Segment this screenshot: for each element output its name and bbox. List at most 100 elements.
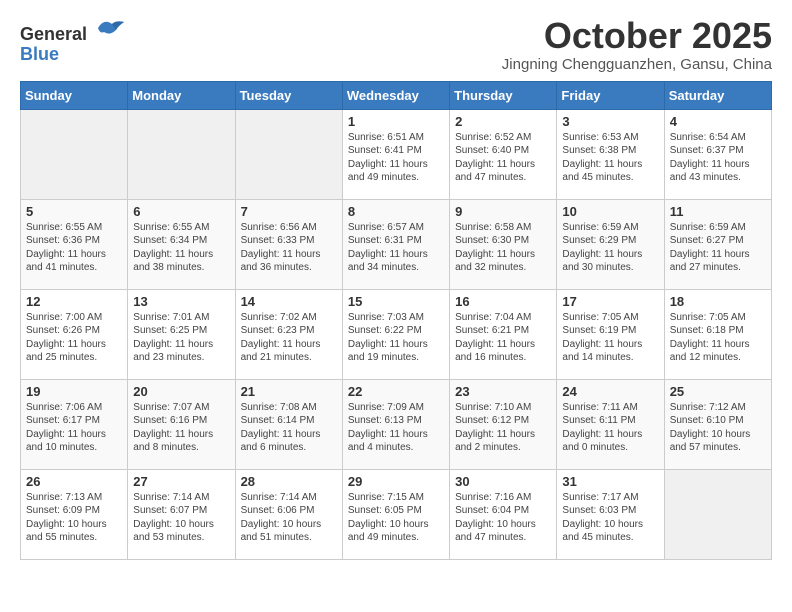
day-number: 31 — [562, 474, 658, 489]
day-number: 9 — [455, 204, 551, 219]
location: Jingning Chengguanzhen, Gansu, China — [502, 56, 772, 73]
sunrise-text: Sunrise: 7:10 AM — [455, 401, 551, 415]
day-number: 18 — [670, 294, 766, 309]
weekday-header-wednesday: Wednesday — [342, 81, 449, 109]
weekday-header-saturday: Saturday — [664, 81, 771, 109]
week-row-3: 19Sunrise: 7:06 AMSunset: 6:17 PMDayligh… — [21, 379, 772, 469]
day-number: 20 — [133, 384, 229, 399]
daylight-text: Daylight: 11 hours and 45 minutes. — [562, 158, 658, 185]
sunset-text: Sunset: 6:13 PM — [348, 414, 444, 428]
sunset-text: Sunset: 6:04 PM — [455, 504, 551, 518]
day-number: 17 — [562, 294, 658, 309]
daylight-text: Daylight: 10 hours and 55 minutes. — [26, 518, 122, 545]
day-number: 6 — [133, 204, 229, 219]
daylight-text: Daylight: 10 hours and 53 minutes. — [133, 518, 229, 545]
week-row-2: 12 Sunrise: 7:00 AMSunset: 6:26 PMDayligh… — [21, 289, 772, 379]
day-info: Sunrise: 6:51 AMSunset: 6:41 PMDaylight:… — [348, 131, 444, 185]
daylight-text: Daylight: 11 hours and 10 minutes. — [26, 428, 122, 455]
daylight-text: Daylight: 11 hours and 41 minutes. — [26, 248, 122, 275]
sunrise-text: Sunrise: 6:51 AM — [348, 131, 444, 145]
sunset-text: Sunset: 6:17 PM — [26, 414, 122, 428]
daylight-text: Daylight: 11 hours and 25 minutes. — [26, 338, 122, 365]
calendar-cell: 23Sunrise: 7:10 AMSunset: 6:12 PMDayligh… — [450, 379, 557, 469]
day-info: Sunrise: 7:04 AMSunset: 6:21 PMDaylight:… — [455, 311, 551, 365]
day-number: 2 — [455, 114, 551, 129]
calendar-cell: 2Sunrise: 6:52 AMSunset: 6:40 PMDaylight… — [450, 109, 557, 199]
day-number: 16 — [455, 294, 551, 309]
calendar-cell: 29Sunrise: 7:15 AMSunset: 6:05 PMDayligh… — [342, 469, 449, 559]
daylight-text: Daylight: 11 hours and 6 minutes. — [241, 428, 337, 455]
sunset-text: Sunset: 6:03 PM — [562, 504, 658, 518]
calendar-cell: 11 Sunrise: 6:59 AMSunset: 6:27 PMDayligh… — [664, 199, 771, 289]
month-title: October 2025 — [502, 16, 772, 56]
day-info: Sunrise: 6:55 AMSunset: 6:34 PMDaylight:… — [133, 221, 229, 275]
daylight-text: Daylight: 11 hours and 4 minutes. — [348, 428, 444, 455]
day-info: Sunrise: 6:55 AMSunset: 6:36 PMDaylight:… — [26, 221, 122, 275]
day-info: Sunrise: 7:01 AMSunset: 6:25 PMDaylight:… — [133, 311, 229, 365]
day-number: 11 — [670, 204, 766, 219]
sunset-text: Sunset: 6:23 PM — [241, 324, 337, 338]
weekday-header-tuesday: Tuesday — [235, 81, 342, 109]
day-info: Sunrise: 6:59 AMSunset: 6:27 PMDaylight:… — [670, 221, 766, 275]
sunrise-text: Sunrise: 6:54 AM — [670, 131, 766, 145]
calendar-cell: 18 Sunrise: 7:05 AMSunset: 6:18 PMDayligh… — [664, 289, 771, 379]
calendar-cell: 9 Sunrise: 6:58 AMSunset: 6:30 PMDaylight… — [450, 199, 557, 289]
sunset-text: Sunset: 6:34 PM — [133, 234, 229, 248]
sunrise-text: Sunrise: 7:15 AM — [348, 491, 444, 505]
sunset-text: Sunset: 6:12 PM — [455, 414, 551, 428]
title-section: October 2025 Jingning Chengguanzhen, Gan… — [502, 16, 772, 73]
day-info: Sunrise: 7:02 AMSunset: 6:23 PMDaylight:… — [241, 311, 337, 365]
sunset-text: Sunset: 6:07 PM — [133, 504, 229, 518]
page: General Blue October 2025 Jingning Cheng… — [0, 0, 792, 576]
day-number: 30 — [455, 474, 551, 489]
day-number: 24 — [562, 384, 658, 399]
sunset-text: Sunset: 6:30 PM — [455, 234, 551, 248]
calendar-cell: 4 Sunrise: 6:54 AMSunset: 6:37 PMDaylight… — [664, 109, 771, 199]
calendar-cell: 15Sunrise: 7:03 AMSunset: 6:22 PMDayligh… — [342, 289, 449, 379]
day-info: Sunrise: 7:12 AMSunset: 6:10 PMDaylight:… — [670, 401, 766, 455]
day-info: Sunrise: 6:54 AMSunset: 6:37 PMDaylight:… — [670, 131, 766, 185]
daylight-text: Daylight: 11 hours and 36 minutes. — [241, 248, 337, 275]
calendar-cell — [664, 469, 771, 559]
weekday-header-row: SundayMondayTuesdayWednesdayThursdayFrid… — [21, 81, 772, 109]
sunset-text: Sunset: 6:16 PM — [133, 414, 229, 428]
day-info: Sunrise: 7:09 AMSunset: 6:13 PMDaylight:… — [348, 401, 444, 455]
sunset-text: Sunset: 6:10 PM — [670, 414, 766, 428]
day-number: 7 — [241, 204, 337, 219]
sunrise-text: Sunrise: 7:09 AM — [348, 401, 444, 415]
day-number: 23 — [455, 384, 551, 399]
calendar-cell: 8Sunrise: 6:57 AMSunset: 6:31 PMDaylight… — [342, 199, 449, 289]
sunrise-text: Sunrise: 6:53 AM — [562, 131, 658, 145]
sunset-text: Sunset: 6:38 PM — [562, 144, 658, 158]
sunrise-text: Sunrise: 7:17 AM — [562, 491, 658, 505]
daylight-text: Daylight: 11 hours and 38 minutes. — [133, 248, 229, 275]
day-info: Sunrise: 7:05 AMSunset: 6:18 PMDaylight:… — [670, 311, 766, 365]
sunrise-text: Sunrise: 7:08 AM — [241, 401, 337, 415]
day-number: 4 — [670, 114, 766, 129]
day-info: Sunrise: 7:00 AMSunset: 6:26 PMDaylight:… — [26, 311, 122, 365]
sunset-text: Sunset: 6:06 PM — [241, 504, 337, 518]
daylight-text: Daylight: 11 hours and 19 minutes. — [348, 338, 444, 365]
sunrise-text: Sunrise: 6:55 AM — [133, 221, 229, 235]
sunrise-text: Sunrise: 6:59 AM — [562, 221, 658, 235]
day-number: 26 — [26, 474, 122, 489]
logo-general-text: General — [20, 24, 87, 44]
day-info: Sunrise: 7:11 AMSunset: 6:11 PMDaylight:… — [562, 401, 658, 455]
sunset-text: Sunset: 6:22 PM — [348, 324, 444, 338]
day-number: 5 — [26, 204, 122, 219]
daylight-text: Daylight: 11 hours and 14 minutes. — [562, 338, 658, 365]
sunset-text: Sunset: 6:27 PM — [670, 234, 766, 248]
daylight-text: Daylight: 11 hours and 30 minutes. — [562, 248, 658, 275]
day-number: 27 — [133, 474, 229, 489]
sunset-text: Sunset: 6:37 PM — [670, 144, 766, 158]
calendar-cell: 12 Sunrise: 7:00 AMSunset: 6:26 PMDayligh… — [21, 289, 128, 379]
calendar-cell: 21Sunrise: 7:08 AMSunset: 6:14 PMDayligh… — [235, 379, 342, 469]
daylight-text: Daylight: 11 hours and 32 minutes. — [455, 248, 551, 275]
sunset-text: Sunset: 6:11 PM — [562, 414, 658, 428]
weekday-header-thursday: Thursday — [450, 81, 557, 109]
day-info: Sunrise: 7:07 AMSunset: 6:16 PMDaylight:… — [133, 401, 229, 455]
sunrise-text: Sunrise: 7:02 AM — [241, 311, 337, 325]
calendar-cell: 7Sunrise: 6:56 AMSunset: 6:33 PMDaylight… — [235, 199, 342, 289]
day-number: 12 — [26, 294, 122, 309]
day-info: Sunrise: 6:58 AMSunset: 6:30 PMDaylight:… — [455, 221, 551, 275]
